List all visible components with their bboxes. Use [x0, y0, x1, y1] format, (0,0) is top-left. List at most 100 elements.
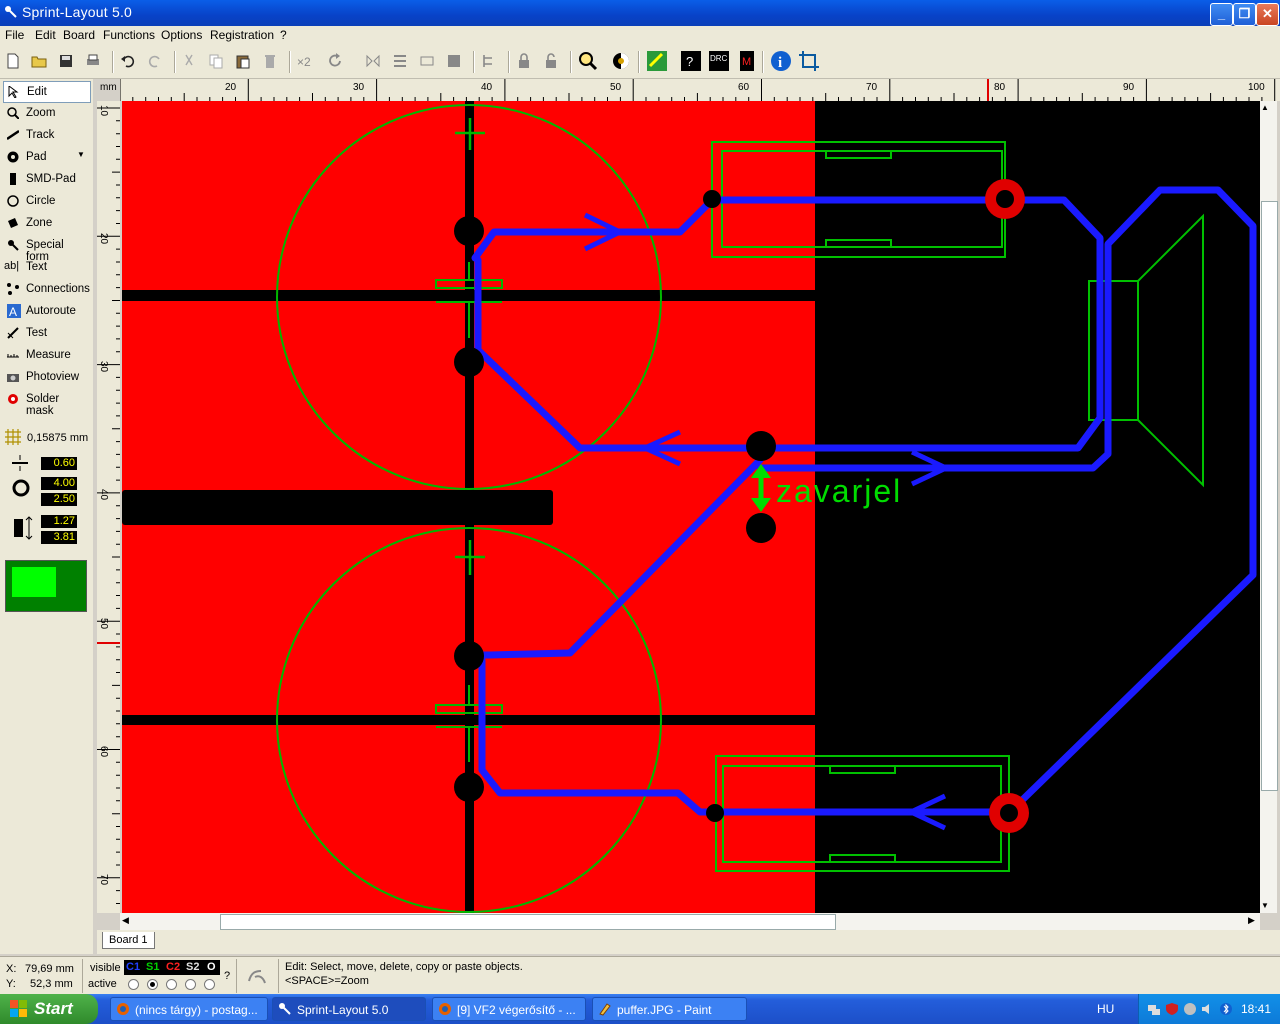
properties-icon[interactable]: ?: [680, 50, 702, 72]
layer-c1[interactable]: C1: [126, 960, 140, 975]
minimize-button[interactable]: _: [1210, 3, 1233, 26]
tool-connections[interactable]: Connections: [3, 279, 90, 299]
tool-text[interactable]: ab| Text: [3, 257, 89, 277]
network-icon[interactable]: [1147, 1002, 1161, 1016]
save-icon[interactable]: [58, 53, 74, 69]
layer-c2[interactable]: C2: [166, 960, 180, 975]
radio-c1[interactable]: [128, 979, 139, 990]
scroll-right-icon[interactable]: ▶: [1248, 915, 1255, 926]
tab-board-1[interactable]: Board 1: [102, 932, 155, 949]
rotate-icon[interactable]: [327, 53, 343, 69]
macro-icon[interactable]: M: [736, 50, 758, 72]
transparency-icon[interactable]: [612, 52, 630, 70]
task-button[interactable]: puffer.JPG - Paint: [592, 997, 747, 1021]
clock[interactable]: 18:41: [1241, 1002, 1271, 1016]
tool-test[interactable]: Test: [3, 323, 89, 343]
radio-s2[interactable]: [185, 979, 196, 990]
tool-special-form[interactable]: Special form: [3, 235, 89, 263]
tool-autoroute[interactable]: A Autoroute: [3, 301, 89, 321]
title-bar: Sprint-Layout 5.0 _ ❐ ✕: [0, 0, 1280, 26]
component-icon[interactable]: [481, 53, 497, 69]
unlock-icon[interactable]: [543, 53, 559, 69]
layer-help[interactable]: ?: [224, 970, 230, 982]
duplicate-icon[interactable]: ×2: [297, 53, 317, 69]
mirror-icon[interactable]: [365, 53, 381, 69]
radio-c2[interactable]: [166, 979, 177, 990]
copy-icon[interactable]: [208, 53, 224, 69]
ungroup-icon[interactable]: [446, 53, 462, 69]
scroll-left-icon[interactable]: ◀: [122, 915, 129, 926]
tool-smd-pad[interactable]: SMD-Pad: [3, 169, 89, 189]
menu-edit[interactable]: Edit: [35, 28, 56, 42]
print-icon[interactable]: [85, 53, 101, 69]
tool-track[interactable]: Track: [3, 125, 89, 145]
antivirus-icon[interactable]: [1183, 1002, 1197, 1016]
open-folder-icon[interactable]: [31, 53, 47, 69]
language-indicator[interactable]: HU: [1097, 1002, 1114, 1016]
pcb-canvas[interactable]: zavarjel: [122, 101, 1260, 913]
drc-icon[interactable]: DRC: [708, 50, 730, 72]
layer-o[interactable]: O: [207, 960, 216, 975]
layer-s1[interactable]: S1: [146, 960, 159, 975]
vertical-scroll-thumb[interactable]: [1261, 201, 1278, 791]
tool-photoview[interactable]: Photoview: [3, 367, 89, 387]
redo-icon[interactable]: [147, 53, 163, 69]
measure-icon: [7, 354, 19, 358]
pcb-drawing[interactable]: zavarjel: [122, 101, 1260, 913]
tool-edit[interactable]: Edit: [3, 81, 91, 103]
undo-icon[interactable]: [120, 53, 136, 69]
layer-color-swatch[interactable]: [5, 560, 87, 612]
layer-s2[interactable]: S2: [186, 960, 199, 975]
menu-registration[interactable]: Registration: [210, 28, 274, 42]
scroll-down-icon[interactable]: ▼: [1261, 901, 1269, 910]
bluetooth-icon[interactable]: [1219, 1002, 1233, 1016]
footprint-library-icon[interactable]: [646, 50, 668, 72]
align-icon[interactable]: [392, 53, 408, 69]
delete-icon[interactable]: [262, 53, 278, 69]
crop-icon[interactable]: [798, 50, 820, 72]
radio-s1[interactable]: [147, 979, 158, 990]
paste-icon[interactable]: [235, 53, 251, 69]
pad-inner-value[interactable]: 2.50: [41, 493, 77, 506]
smd-height-value[interactable]: 3.81: [41, 531, 77, 544]
tool-measure[interactable]: Measure: [3, 345, 89, 365]
smd-width-value[interactable]: 1.27: [41, 515, 77, 528]
info-icon[interactable]: i: [770, 50, 792, 72]
tool-pad[interactable]: Pad ▼: [3, 147, 89, 167]
layer-visibility[interactable]: C1 S1 C2 S2 O: [124, 960, 220, 975]
tool-zone[interactable]: Zone: [3, 213, 89, 233]
menu-functions[interactable]: Functions: [103, 28, 155, 42]
scroll-up-icon[interactable]: ▲: [1261, 103, 1269, 112]
menu-board[interactable]: Board: [63, 28, 95, 42]
menu-file[interactable]: File: [5, 28, 24, 42]
security-shield-icon[interactable]: [1165, 1002, 1179, 1016]
tool-zoom[interactable]: Zoom: [3, 103, 89, 123]
close-button[interactable]: ✕: [1256, 3, 1279, 26]
vertical-scrollbar[interactable]: ▲ ▼: [1260, 101, 1278, 913]
tool-circle[interactable]: Circle: [3, 191, 89, 211]
menu-options[interactable]: Options: [161, 28, 202, 42]
volume-icon[interactable]: [1201, 1002, 1215, 1016]
menu-help[interactable]: ?: [280, 28, 287, 42]
grid-icon[interactable]: [5, 429, 21, 445]
zoom-icon[interactable]: [578, 51, 598, 71]
radio-o[interactable]: [204, 979, 215, 990]
new-file-icon[interactable]: [5, 53, 21, 69]
horizontal-scroll-thumb[interactable]: [220, 914, 836, 930]
cut-icon[interactable]: [181, 53, 197, 69]
cursor-marker-y: [97, 642, 120, 644]
grid-value[interactable]: 0,15875 mm: [27, 432, 88, 444]
task-button[interactable]: (nincs tárgy) - postag...: [110, 997, 268, 1021]
dropdown-arrow-icon[interactable]: ▼: [77, 150, 85, 159]
pad-outer-value[interactable]: 4.00: [41, 477, 77, 490]
task-button[interactable]: Sprint-Layout 5.0: [272, 997, 426, 1021]
restore-button[interactable]: ❐: [1233, 3, 1256, 26]
lock-icon[interactable]: [516, 53, 532, 69]
tool-solder-mask[interactable]: Solder mask: [3, 389, 89, 417]
track-width-value[interactable]: 0.60: [41, 457, 77, 470]
task-button[interactable]: [9] VF2 végerősítő - ...: [432, 997, 586, 1021]
smd-size-icon: [14, 516, 33, 540]
group-icon[interactable]: [419, 53, 435, 69]
start-button[interactable]: Start: [0, 994, 98, 1024]
horizontal-scrollbar[interactable]: ◀ ▶: [120, 913, 1260, 930]
